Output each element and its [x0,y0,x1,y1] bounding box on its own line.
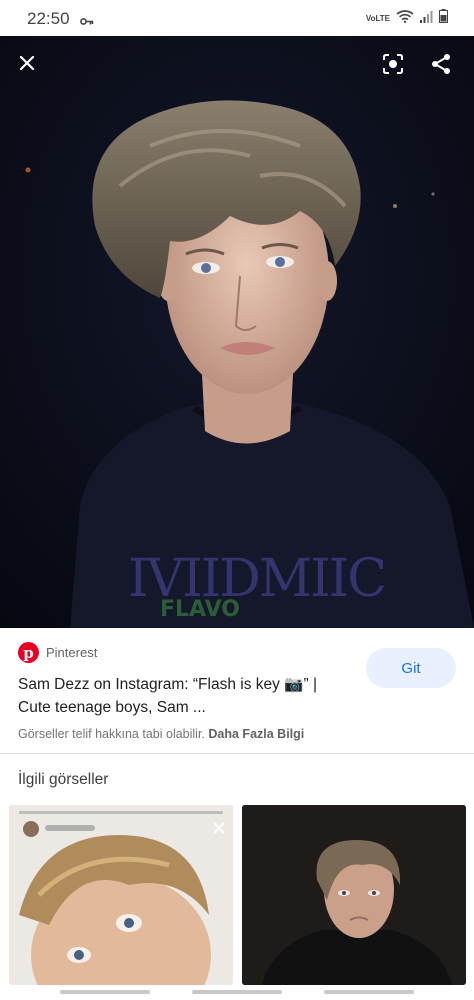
portrait-photo: IVIIDMIIC FLAVO [0,36,474,628]
source-name: Pinterest [46,645,98,660]
visit-button[interactable]: Git [366,648,456,688]
navigation-bar [0,985,474,1000]
copyright-text: Görseller telif hakkına tabi olabilir. [18,727,205,741]
signal-icon [420,10,433,28]
volte-indicator: VoLTE [365,13,390,23]
more-info-link[interactable]: Daha Fazla Bilgi [208,727,304,741]
share-icon [432,54,450,74]
related-image-thumbnail[interactable] [242,805,466,985]
svg-text:FLAVO: FLAVO [160,597,240,622]
related-photo-selfie [9,805,233,985]
battery-icon [439,9,448,28]
nav-home-handle[interactable] [192,990,282,994]
pinterest-logo-icon: p [18,642,39,663]
vpn-key-icon [80,13,94,31]
result-source[interactable]: p Pinterest [18,642,97,663]
divider [0,753,474,754]
related-image-thumbnail[interactable] [9,805,233,985]
result-info: p Pinterest Sam Dezz on Instagram: “Flas… [0,628,474,753]
related-photo-portrait [242,805,466,985]
nav-back-handle[interactable] [324,990,414,994]
wifi-icon [396,9,414,28]
copyright-notice: Görseller telif hakkına tabi olabilir. D… [18,727,304,741]
nav-recent-handle[interactable] [60,990,150,994]
share-button[interactable] [423,46,459,82]
result-title[interactable]: Sam Dezz on Instagram: “Flash is key 📷” … [18,673,348,719]
hero-image[interactable]: IVIIDMIIC FLAVO [0,36,474,628]
close-icon [19,55,35,71]
close-button[interactable] [9,45,45,81]
status-bar: 22:50 VoLTE [0,0,474,36]
lens-icon [383,54,403,74]
status-time: 22:50 [27,9,70,28]
related-images-heading: İlgili görseller [18,771,109,788]
lens-button[interactable] [375,46,411,82]
